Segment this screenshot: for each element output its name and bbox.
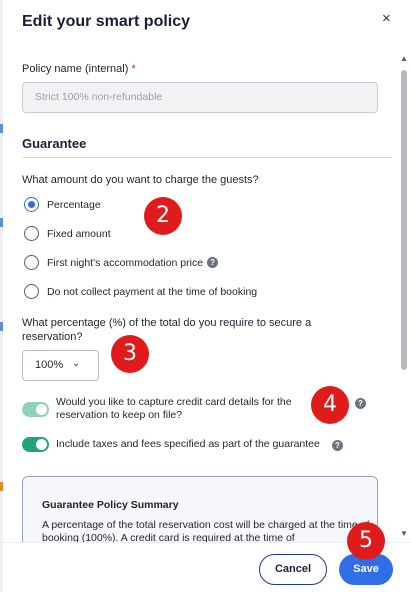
capture-card-toggle[interactable] [22,402,49,417]
annotation-badge: 4 [311,386,349,424]
summary-title: Guarantee Policy Summary [42,499,179,511]
help-icon[interactable]: ? [355,398,366,409]
summary-text: A percentage of the total reservation co… [42,519,370,542]
toggle-knob [36,404,47,415]
cancel-button[interactable]: Cancel [259,554,327,585]
radio-percentage[interactable]: Percentage [24,197,101,212]
scrollbar-thumb[interactable] [401,70,407,370]
scroll-up-arrow-icon[interactable]: ▲ [400,54,408,63]
radio-button-checked[interactable] [24,197,39,212]
percentage-select[interactable]: 100% ⌄ [22,350,99,381]
radio-label: Do not collect payment at the time of bo… [47,285,258,298]
policy-name-input[interactable]: Strict 100% non-refundable [22,82,378,113]
guarantee-summary-box: Guarantee Policy Summary A percentage of… [22,476,378,542]
radio-label: Fixed amount [47,227,111,240]
radio-button[interactable] [24,284,39,299]
radio-label: First night's accommodation price [47,256,204,269]
annotation-badge: 5 [347,522,385,560]
radio-fixed-amount[interactable]: Fixed amount [24,226,111,241]
policy-name-label: Policy name (internal) * [22,63,136,75]
percentage-select-value: 100% [35,359,64,371]
toggle-knob [36,439,47,450]
chevron-down-icon: ⌄ [72,358,81,369]
scroll-down-arrow-icon[interactable]: ▼ [400,529,408,538]
guarantee-section-title: Guarantee [22,136,87,151]
capture-card-label: Would you like to capture credit card de… [56,396,292,421]
radio-first-night[interactable]: First night's accommodation price ? [24,255,219,270]
required-mark: * [131,63,136,75]
percentage-question: What percentage (%) of the total do you … [22,317,312,343]
include-taxes-label: Include taxes and fees specified as part… [56,438,320,450]
help-icon[interactable]: ? [332,440,343,451]
radio-label: Percentage [47,198,101,211]
radio-no-payment[interactable]: Do not collect payment at the time of bo… [24,284,257,299]
dialog-body: Policy name (internal) * Strict 100% non… [0,0,396,542]
policy-name-label-text: Policy name (internal) [22,63,129,75]
include-taxes-toggle[interactable] [22,437,49,452]
radio-button[interactable] [24,255,39,270]
charge-question: What amount do you want to charge the gu… [22,174,259,186]
help-icon[interactable]: ? [207,257,219,268]
radio-button[interactable] [24,226,39,241]
section-divider [22,157,392,158]
annotation-badge: 3 [111,335,149,373]
annotation-badge: 2 [144,197,182,235]
